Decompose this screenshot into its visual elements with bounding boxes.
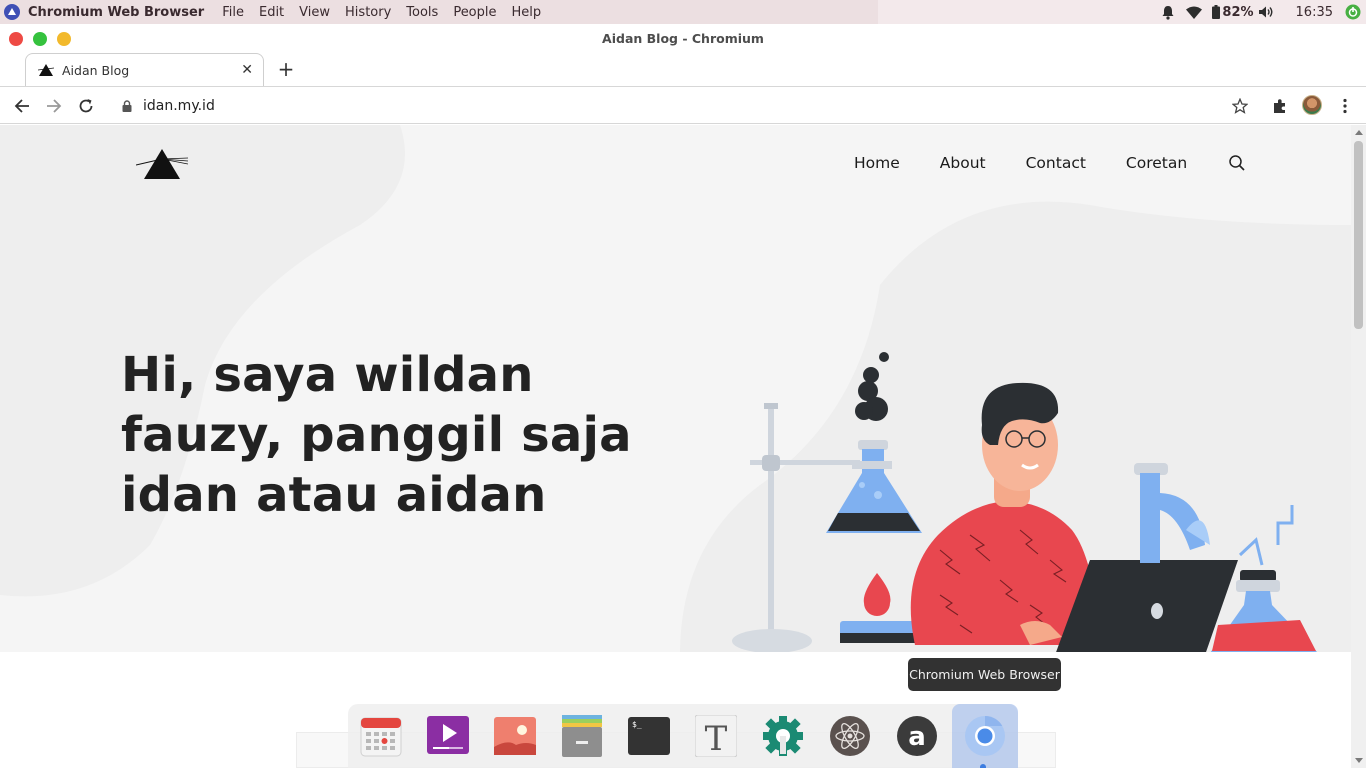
- window-titlebar: Aidan Blog - Chromium: [0, 26, 1366, 52]
- app-dock: $_ T a: [348, 704, 1018, 768]
- volume-icon[interactable]: [1258, 4, 1274, 20]
- system-tray: 82% 16:35: [878, 0, 1366, 24]
- menu-view[interactable]: View: [299, 5, 330, 20]
- puzzle-icon: [1274, 99, 1285, 113]
- scrollbar-thumb[interactable]: [1354, 141, 1363, 329]
- terminal-icon[interactable]: $_: [627, 714, 671, 758]
- more-vertical-icon: [1343, 98, 1347, 114]
- dock-tooltip: Chromium Web Browser: [908, 658, 1061, 691]
- menu-people[interactable]: People: [453, 5, 496, 20]
- tab-strip: Aidan Blog ✕ +: [0, 52, 1366, 86]
- page-viewport: Home About Contact Coretan Hi, saya wild…: [0, 125, 1351, 768]
- power-icon[interactable]: [1345, 4, 1361, 20]
- video-player-icon[interactable]: [426, 714, 470, 758]
- reload-icon: [79, 99, 93, 113]
- calendar-icon[interactable]: [359, 714, 403, 758]
- arrow-left-icon: [14, 99, 29, 113]
- battery-percent[interactable]: 82%: [1222, 5, 1253, 20]
- chromium-app-icon[interactable]: [4, 4, 20, 20]
- scroll-down-icon[interactable]: [1355, 758, 1363, 763]
- triangle-logo-icon: [38, 64, 54, 76]
- dock-active-indicator: [980, 764, 986, 768]
- new-tab-button[interactable]: +: [275, 58, 297, 80]
- site-logo[interactable]: [136, 145, 188, 181]
- appcenter-icon[interactable]: a: [895, 714, 939, 758]
- browser-menu-button[interactable]: [1335, 96, 1355, 116]
- svg-text:T: T: [705, 719, 728, 757]
- page-scrollbar[interactable]: [1351, 125, 1366, 768]
- url-text[interactable]: idan.my.id: [143, 98, 215, 114]
- clock[interactable]: 16:35: [1296, 5, 1333, 20]
- menu-edit[interactable]: Edit: [259, 5, 284, 20]
- menu-help[interactable]: Help: [512, 5, 542, 20]
- close-tab-icon[interactable]: ✕: [241, 62, 253, 78]
- nav-home[interactable]: Home: [854, 154, 900, 172]
- reload-button[interactable]: [76, 96, 96, 116]
- back-button[interactable]: [12, 96, 32, 116]
- address-bar[interactable]: idan.my.id: [112, 92, 1262, 120]
- menu-tools[interactable]: Tools: [406, 5, 438, 20]
- system-menubar: Chromium Web Browser File Edit View Hist…: [0, 0, 1366, 24]
- extensions-button[interactable]: [1270, 96, 1290, 116]
- tab-title: Aidan Blog: [62, 62, 130, 78]
- profile-avatar[interactable]: [1302, 95, 1322, 115]
- tab-aidan-blog[interactable]: Aidan Blog ✕: [25, 53, 264, 86]
- scientist-illustration: [732, 352, 1318, 655]
- nav-contact[interactable]: Contact: [1026, 154, 1086, 172]
- atom-icon[interactable]: [828, 714, 872, 758]
- battery-icon[interactable]: [1212, 4, 1221, 20]
- wifi-icon[interactable]: [1186, 4, 1203, 20]
- menu-file[interactable]: File: [222, 5, 244, 20]
- lock-icon[interactable]: [120, 99, 134, 113]
- site-nav: Home About Contact Coretan: [854, 154, 1246, 172]
- text-editor-icon[interactable]: T: [694, 714, 738, 758]
- menu-history[interactable]: History: [345, 5, 391, 20]
- bookmark-star-button[interactable]: [1230, 96, 1250, 116]
- star-icon: [1232, 98, 1248, 114]
- window-title: Aidan Blog - Chromium: [602, 31, 764, 46]
- browser-toolbar: idan.my.id: [0, 86, 1366, 124]
- photos-icon[interactable]: [493, 714, 537, 758]
- bell-icon[interactable]: [1160, 4, 1176, 20]
- hero-heading: Hi, saya wildan fauzy, panggil saja idan…: [121, 347, 632, 523]
- chromium-icon[interactable]: [952, 704, 1018, 768]
- forward-button[interactable]: [44, 96, 64, 116]
- search-icon[interactable]: [1228, 154, 1246, 172]
- arrow-right-icon: [47, 99, 62, 113]
- svg-text:$_: $_: [632, 720, 642, 729]
- scroll-up-icon[interactable]: [1355, 130, 1363, 135]
- nav-coretan[interactable]: Coretan: [1126, 154, 1187, 172]
- settings-icon[interactable]: [761, 714, 805, 758]
- app-name-label[interactable]: Chromium Web Browser: [28, 5, 204, 20]
- svg-text:a: a: [908, 722, 926, 752]
- file-manager-icon[interactable]: [560, 714, 604, 758]
- nav-about[interactable]: About: [940, 154, 986, 172]
